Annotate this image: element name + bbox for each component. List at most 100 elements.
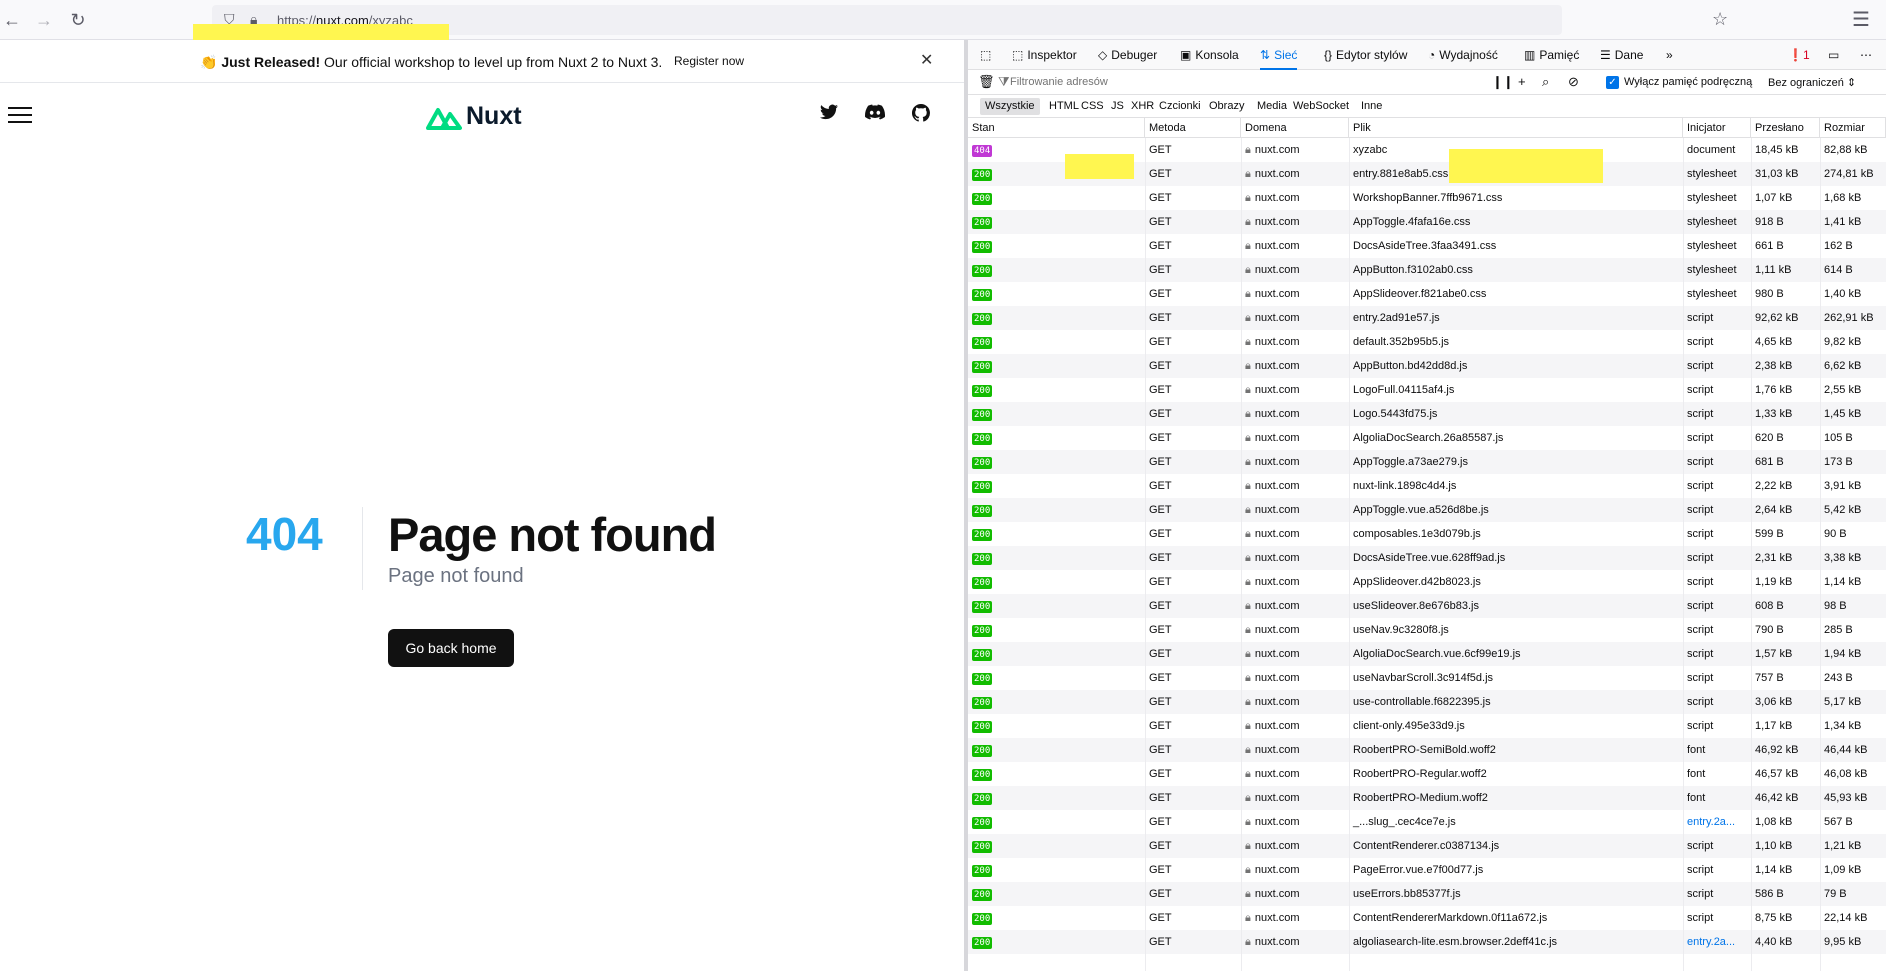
tab-wydajność[interactable]: ◔ Wydajność	[1428, 40, 1498, 70]
table-row[interactable]: 200 GET 🔒︎ nuxt.com RoobertPRO-Medium.woff2 f…	[968, 786, 1886, 810]
table-row[interactable]: 200 GET 🔒︎ nuxt.com AppButton.f3102ab0.css st…	[968, 258, 1886, 282]
column-header-transferred[interactable]: Przesłano	[1751, 118, 1820, 138]
reload-icon[interactable]: ↻	[66, 8, 90, 32]
add-icon[interactable]: +	[1518, 74, 1526, 89]
disable-cache-checkbox[interactable]: ✓	[1606, 76, 1619, 89]
table-row[interactable]: 200 GET 🔒︎ nuxt.com DocsAsideTree.3faa3491.c…	[968, 234, 1886, 258]
back-icon[interactable]: ←	[0, 8, 24, 32]
transferred-text: 661 B	[1755, 240, 1784, 252]
tab-label: Inspektor	[1027, 48, 1077, 62]
table-row[interactable]: 200 GET 🔒︎ nuxt.com useSlideover.8e676b83.js…	[968, 594, 1886, 618]
transferred-text: 1,19 kB	[1755, 576, 1793, 588]
tab-pamięć[interactable]: ▥ Pamięć	[1524, 40, 1579, 70]
column-header-status[interactable]: Stan	[968, 118, 1145, 138]
table-row[interactable]: 200 GET 🔒︎ nuxt.com nuxt-link.1898c4d4.js scr…	[968, 474, 1886, 498]
cell-status: 200	[968, 282, 1145, 306]
type-filter-media[interactable]: Media	[1252, 98, 1292, 115]
tab-dane[interactable]: ☰ Dane	[1600, 40, 1643, 70]
menu-icon[interactable]: ☰	[1852, 7, 1870, 32]
table-row[interactable]: 200 GET 🔒︎ nuxt.com AppToggle.4fafa16e.css st…	[968, 210, 1886, 234]
transferred-text: 790 B	[1755, 624, 1784, 636]
search-icon[interactable]: ⌕	[1542, 74, 1549, 90]
table-row[interactable]: 200 GET 🔒︎ nuxt.com useNavbarScroll.3c914f5d…	[968, 666, 1886, 690]
domain-text: nuxt.com	[1254, 384, 1300, 396]
size-text: 82,88 kB	[1824, 144, 1868, 156]
table-row[interactable]: 200 GET 🔒︎ nuxt.com DocsAsideTree.vue.628ff9…	[968, 546, 1886, 570]
more-tabs-icon[interactable]: »	[1666, 40, 1673, 70]
table-row[interactable]: 200 GET 🔒︎ nuxt.com useErrors.bb85377f.js scr…	[968, 882, 1886, 906]
tab-inspektor[interactable]: ⬚ Inspektor	[1012, 40, 1077, 70]
transferred-text: 1,07 kB	[1755, 192, 1793, 204]
table-row[interactable]: 200 GET 🔒︎ nuxt.com composables.1e3d079b.js s…	[968, 522, 1886, 546]
column-header-size[interactable]: Rozmiar	[1820, 118, 1886, 138]
table-row[interactable]: 200 GET 🔒︎ nuxt.com AlgoliaDocSearch.26a8558…	[968, 426, 1886, 450]
type-filter-css[interactable]: CSS	[1076, 98, 1109, 115]
trash-icon[interactable]: 🗑︎	[978, 74, 995, 90]
type-filter-inne[interactable]: Inne	[1356, 98, 1387, 115]
github-icon[interactable]	[910, 103, 932, 126]
table-row[interactable]: 200 GET 🔒︎ nuxt.com Logo.5443fd75.js script 1,…	[968, 402, 1886, 426]
dock-icon[interactable]: ▭	[1828, 40, 1839, 70]
table-row[interactable]: 200 GET 🔒︎ nuxt.com RoobertPRO-Regular.woff2…	[968, 762, 1886, 786]
tab-konsola[interactable]: ▣ Konsola	[1180, 40, 1239, 70]
highlight-marker-file	[1449, 149, 1603, 183]
file-text: AppButton.bd42dd8d.js	[1353, 360, 1468, 372]
overflow-menu-icon[interactable]: ⋯	[1860, 40, 1872, 70]
table-row[interactable]: 200 GET 🔒︎ nuxt.com RoobertPRO-SemiBold.woff…	[968, 738, 1886, 762]
table-row[interactable]: 200 GET 🔒︎ nuxt.com useNav.9c3280f8.js script…	[968, 618, 1886, 642]
type-filter-wszystkie[interactable]: Wszystkie	[980, 98, 1040, 115]
table-row[interactable]: 200 GET 🔒︎ nuxt.com AppSlideover.d42b8023.js…	[968, 570, 1886, 594]
twitter-icon[interactable]	[818, 104, 840, 126]
tab-debuger[interactable]: ◇ Debuger	[1098, 40, 1157, 70]
cell-initiator: script	[1683, 906, 1751, 930]
table-row[interactable]: 200 GET 🔒︎ nuxt.com PageError.vue.e7f00d77.j…	[968, 858, 1886, 882]
tab-sieć[interactable]: ⇅ Sieć	[1260, 40, 1298, 70]
go-back-home-button[interactable]: Go back home	[388, 629, 514, 667]
table-row[interactable]: 200 GET 🔒︎ nuxt.com WorkshopBanner.7ffb9671.…	[968, 186, 1886, 210]
table-row[interactable]: 200 GET 🔒︎ nuxt.com use-controllable.f682239…	[968, 690, 1886, 714]
register-link[interactable]: Register now	[674, 54, 744, 68]
discord-icon[interactable]	[864, 104, 886, 126]
table-row[interactable]: 200 GET 🔒︎ nuxt.com AppButton.bd42dd8d.js scr…	[968, 354, 1886, 378]
table-row[interactable]: 200 GET 🔒︎ nuxt.com AppSlideover.f821abe0.cs…	[968, 282, 1886, 306]
initiator-text[interactable]: entry.2a...	[1687, 816, 1735, 828]
cell-file: DocsAsideTree.vue.628ff9ad.js	[1349, 546, 1683, 570]
transferred-text: 4,65 kB	[1755, 336, 1793, 348]
initiator-text: script	[1687, 432, 1714, 444]
table-row[interactable]: 200 GET 🔒︎ nuxt.com client-only.495e33d9.js s…	[968, 714, 1886, 738]
hamburger-icon[interactable]	[8, 107, 32, 125]
url-filter-input[interactable]: Filtrowanie adresów	[1010, 76, 1108, 88]
status-badge: 200	[972, 169, 993, 181]
lock-icon: 🔒︎	[1245, 192, 1251, 204]
bookmark-star-icon[interactable]: ☆	[1712, 9, 1728, 30]
table-row[interactable]: 200 GET 🔒︎ nuxt.com algoliasearch-lite.esm.b…	[968, 930, 1886, 954]
transferred-text: 31,03 kB	[1755, 168, 1799, 180]
table-row[interactable]: 200 GET 🔒︎ nuxt.com LogoFull.04115af4.js scri…	[968, 378, 1886, 402]
initiator-text[interactable]: entry.2a...	[1687, 936, 1735, 948]
type-filter-czcionki[interactable]: Czcionki	[1154, 98, 1206, 115]
block-icon[interactable]: ⊘	[1568, 74, 1579, 90]
pause-icon[interactable]: ❙❙	[1492, 74, 1514, 90]
type-filter-websocket[interactable]: WebSocket	[1288, 98, 1354, 115]
table-row[interactable]: 200 GET 🔒︎ nuxt.com default.352b95b5.js scrip…	[968, 330, 1886, 354]
table-row[interactable]: 200 GET 🔒︎ nuxt.com ContentRenderer.c0387134…	[968, 834, 1886, 858]
table-row[interactable]: 200 GET 🔒︎ nuxt.com AppToggle.a73ae279.js scr…	[968, 450, 1886, 474]
column-header-initiator[interactable]: Inicjator	[1683, 118, 1751, 138]
table-row[interactable]: 200 GET 🔒︎ nuxt.com _...slug_.cec4ce7e.js ent…	[968, 810, 1886, 834]
throttling-select[interactable]: Bez ograniczeń ⇕	[1768, 76, 1856, 89]
tab-edytor-stylów[interactable]: {} Edytor stylów	[1324, 40, 1407, 70]
element-picker-icon[interactable]: ⬚	[980, 40, 991, 70]
column-header-method[interactable]: Metoda	[1145, 118, 1241, 138]
table-row[interactable]: 200 GET 🔒︎ nuxt.com AlgoliaDocSearch.vue.6cf…	[968, 642, 1886, 666]
column-header-file[interactable]: Plik	[1349, 118, 1683, 138]
error-count-badge[interactable]: ❗1	[1788, 40, 1810, 70]
table-row[interactable]: 200 GET 🔒︎ nuxt.com ContentRendererMarkdown.…	[968, 906, 1886, 930]
table-row[interactable]: 200 GET 🔒︎ nuxt.com AppToggle.vue.a526d8be.j…	[968, 498, 1886, 522]
column-header-domain[interactable]: Domena	[1241, 118, 1349, 138]
forward-icon[interactable]: →	[32, 8, 56, 32]
type-filter-obrazy[interactable]: Obrazy	[1204, 98, 1249, 115]
table-row[interactable]: 200 GET 🔒︎ nuxt.com entry.2ad91e57.js script 9…	[968, 306, 1886, 330]
cell-initiator: font	[1683, 738, 1751, 762]
lock-icon: 🔒︎	[1245, 456, 1251, 468]
close-icon[interactable]: ✕	[920, 50, 933, 70]
